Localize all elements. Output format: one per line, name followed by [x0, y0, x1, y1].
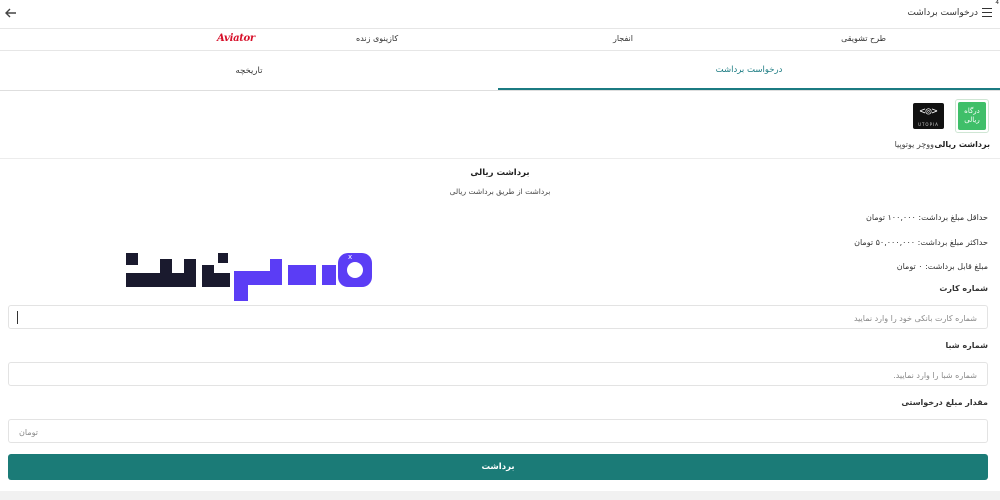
- sheba-number-field[interactable]: [8, 362, 988, 387]
- nav-item-promotions[interactable]: طرح تشویقی: [841, 34, 886, 43]
- utopia-logo-icon: <◎>: [919, 106, 938, 117]
- footer-bar: [0, 491, 1000, 500]
- riyali-gateway-logo: درگاه ریالی: [958, 102, 986, 130]
- tab-history-label: تاریخچه: [235, 65, 263, 76]
- text-caret: [17, 311, 18, 324]
- section-title: برداشت ریالی: [470, 168, 530, 178]
- amount-label: مقدار مبلغ درخواستی: [901, 398, 988, 407]
- watermark-logo: x: [122, 245, 382, 307]
- amount-input[interactable]: [9, 421, 987, 444]
- tab-history[interactable]: تاریخچه: [0, 51, 498, 90]
- withdraw-submit-button[interactable]: برداشت: [8, 454, 988, 480]
- amount-field[interactable]: [8, 419, 988, 444]
- card-number-field[interactable]: [8, 305, 988, 330]
- tabs: تاریخچه درخواست برداشت: [0, 51, 1000, 91]
- min-withdraw-info: حداقل مبلغ برداشت: ۱۰۰,۰۰۰ تومان: [866, 213, 988, 222]
- hamburger-menu-icon[interactable]: [982, 8, 992, 17]
- tab-withdraw-request[interactable]: درخواست برداشت: [498, 51, 1000, 90]
- available-balance-info: مبلغ قابل برداشت: ۰ تومان: [896, 262, 988, 271]
- gateway-utopia-label[interactable]: ووچر یوتوپیا: [895, 140, 934, 149]
- card-number-label: شماره کارت: [939, 284, 988, 293]
- gateway-riyali-option[interactable]: درگاه ریالی: [955, 99, 989, 133]
- game-nav: طرح تشویقی انفجار کازینوی زنده Aviator: [0, 30, 1000, 51]
- top-bar: درخواست برداشت ⁴: [0, 0, 1000, 29]
- nav-item-crash[interactable]: انفجار: [613, 34, 633, 43]
- nav-item-aviator[interactable]: Aviator: [217, 33, 255, 44]
- page-title: درخواست برداشت: [907, 8, 978, 18]
- max-withdraw-info: حداکثر مبلغ برداشت: ۵۰,۰۰۰,۰۰۰ تومان: [854, 238, 988, 247]
- corner-mark: ⁴: [995, 0, 999, 10]
- svg-text:x: x: [348, 253, 352, 261]
- card-number-input[interactable]: [9, 307, 987, 330]
- arrow-left-icon[interactable]: [4, 6, 18, 20]
- divider: [0, 158, 1000, 159]
- sheba-number-input[interactable]: [9, 364, 987, 387]
- gateway-utopia-option[interactable]: <◎> UTOPIA: [913, 103, 944, 129]
- gateway-riyali-label[interactable]: برداشت ریالی: [934, 140, 990, 149]
- sheba-number-label: شماره شبا: [945, 341, 988, 350]
- utopia-logo-text: UTOPIA: [918, 122, 939, 127]
- nav-item-live-casino[interactable]: کازینوی زنده: [356, 34, 398, 43]
- section-subtitle: برداشت از طریق برداشت ریالی: [449, 187, 551, 196]
- tab-withdraw-label: درخواست برداشت: [715, 64, 783, 75]
